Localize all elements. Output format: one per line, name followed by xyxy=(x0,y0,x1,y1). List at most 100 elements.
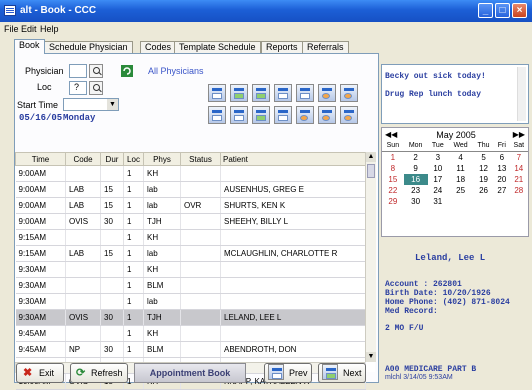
group-icon[interactable] xyxy=(340,84,358,102)
tab-codes[interactable]: Codes xyxy=(140,41,177,53)
menu-edit[interactable]: Edit xyxy=(21,24,37,34)
search-appointment-icon[interactable] xyxy=(274,84,292,102)
calendar-day[interactable]: 13 xyxy=(494,163,510,174)
tab-template-schedule[interactable]: Template Schedule xyxy=(174,41,261,53)
calendar-day[interactable]: 22 xyxy=(382,185,404,196)
table-row[interactable]: 9:15AM 1 KH xyxy=(15,229,366,246)
table-cell: lab xyxy=(143,197,181,214)
week-view-icon[interactable] xyxy=(230,84,248,102)
calendar-day[interactable]: 8 xyxy=(382,163,404,174)
table-row[interactable]: 9:00AM 1 KH xyxy=(15,165,366,182)
calendar-day[interactable]: 1 xyxy=(382,152,404,164)
calendar-day[interactable]: 29 xyxy=(382,196,404,207)
refresh-button[interactable]: ⟳ Refresh xyxy=(70,363,128,383)
table-cell: lab xyxy=(143,245,181,262)
calendar-day[interactable]: 10 xyxy=(428,163,449,174)
patient-info-icon[interactable] xyxy=(340,106,358,124)
scroll-up-icon[interactable]: ▲ xyxy=(366,152,376,162)
column-header[interactable]: Dur xyxy=(100,152,124,166)
calendar-day[interactable]: 9 xyxy=(404,163,428,174)
column-header[interactable]: Status xyxy=(180,152,221,166)
check-in-icon[interactable] xyxy=(296,106,314,124)
copy-icon[interactable] xyxy=(230,106,248,124)
calendar-day[interactable]: 17 xyxy=(428,174,449,185)
month-view-icon[interactable] xyxy=(252,84,270,102)
table-cell: LELAND, LEE L xyxy=(220,309,366,326)
calendar-day[interactable]: 19 xyxy=(473,174,494,185)
loc-input[interactable]: ? xyxy=(69,81,87,95)
minimize-button[interactable]: _ xyxy=(478,3,493,18)
physician-refresh-icon[interactable] xyxy=(121,65,133,77)
physician-input[interactable] xyxy=(69,64,87,78)
next-month-icon[interactable]: ▶▶ xyxy=(513,130,525,139)
all-physicians-link[interactable]: All Physicians xyxy=(148,66,204,76)
notes-scrollbar[interactable] xyxy=(517,67,526,121)
column-header[interactable]: Loc xyxy=(123,152,144,166)
vertical-scrollbar[interactable]: ▲ ▼ xyxy=(365,152,376,362)
table-row[interactable]: 9:30AM 1 BLM xyxy=(15,277,366,294)
calendar-day[interactable]: 26 xyxy=(473,185,494,196)
column-header[interactable]: Patient xyxy=(220,152,366,166)
calendar-day[interactable]: 20 xyxy=(494,174,510,185)
physician-search-icon[interactable] xyxy=(89,64,103,78)
start-time-select[interactable]: ▼ xyxy=(63,98,119,111)
next-button[interactable]: Next xyxy=(318,363,366,383)
calendar-day[interactable]: 3 xyxy=(428,152,449,164)
tab-book[interactable]: Book xyxy=(14,39,45,54)
calendar-day[interactable]: 5 xyxy=(473,152,494,164)
calendar-day[interactable]: 11 xyxy=(448,163,473,174)
calendar-day[interactable]: 25 xyxy=(448,185,473,196)
tab-schedule-physician[interactable]: Schedule Physician xyxy=(44,41,133,53)
maximize-button[interactable]: □ xyxy=(495,3,510,18)
calendar-day[interactable]: 12 xyxy=(473,163,494,174)
table-row[interactable]: 9:30AM 1 lab xyxy=(15,293,366,310)
table-row[interactable]: 9:30AM 1 KH xyxy=(15,261,366,278)
calendar-day[interactable]: 23 xyxy=(404,185,428,196)
calendar-day[interactable]: 27 xyxy=(494,185,510,196)
chevron-down-icon[interactable]: ▼ xyxy=(107,99,118,110)
day-view-icon[interactable] xyxy=(208,84,226,102)
column-header[interactable]: Time xyxy=(15,152,66,166)
calendar-day[interactable]: 28 xyxy=(510,185,528,196)
calendar-day[interactable]: 21 xyxy=(510,174,528,185)
table-row[interactable]: 9:00AM OVIS 30 1 TJH SHEEHY, BILLY L xyxy=(15,213,366,230)
weekday-label: Thu xyxy=(473,140,495,152)
check-out-icon[interactable] xyxy=(318,106,336,124)
calendar-day[interactable]: 7 xyxy=(510,152,528,164)
exit-button[interactable]: ✖ Exit xyxy=(16,363,64,383)
column-header[interactable]: Code xyxy=(65,152,101,166)
notes-box[interactable]: Becky out sick today! Drug Rep lunch tod… xyxy=(381,64,529,124)
calendar-day[interactable]: 6 xyxy=(494,152,510,164)
close-button[interactable]: × xyxy=(512,3,527,18)
calendar-day[interactable]: 16 xyxy=(403,174,428,185)
scroll-down-icon[interactable]: ▼ xyxy=(366,352,376,362)
table-row[interactable]: 9:45AM NP 30 1 BLM ABENDROTH, DON xyxy=(15,341,366,358)
schedule-list-icon[interactable] xyxy=(296,84,314,102)
calendar-day[interactable]: 15 xyxy=(382,174,404,185)
table-row[interactable]: 9:15AM LAB 15 1 lab MCLAUGHLIN, CHARLOTTE R xyxy=(15,245,366,262)
calendar-day[interactable]: 18 xyxy=(448,174,473,185)
edit-icon[interactable] xyxy=(274,106,292,124)
calendar-day[interactable]: 4 xyxy=(448,152,473,164)
calendar-day[interactable]: 24 xyxy=(428,185,449,196)
table-row[interactable]: 9:00AM LAB 15 1 lab OVR SHURTS, KEN K xyxy=(15,197,366,214)
scroll-thumb[interactable] xyxy=(367,164,375,178)
calendar-day[interactable]: 2 xyxy=(404,152,428,164)
print-icon[interactable] xyxy=(208,106,226,124)
column-header[interactable]: Phys xyxy=(143,152,181,166)
menu-help[interactable]: Help xyxy=(40,24,59,34)
calendar-day[interactable]: 31 xyxy=(428,196,449,207)
calendar-day[interactable]: 14 xyxy=(510,163,528,174)
prev-button[interactable]: Prev xyxy=(264,363,312,383)
table-cell: LAB xyxy=(65,245,101,262)
table-row[interactable]: 9:30AM OVIS 30 1 TJH LELAND, LEE L xyxy=(15,309,366,326)
move-appointment-icon[interactable] xyxy=(252,106,270,124)
tab-reports[interactable]: Reports xyxy=(261,41,303,53)
calendar-day[interactable]: 30 xyxy=(404,196,428,207)
menu-file[interactable]: File xyxy=(4,24,19,34)
tab-referrals[interactable]: Referrals xyxy=(302,41,349,53)
patients-icon[interactable] xyxy=(318,84,336,102)
table-row[interactable]: 9:45AM 1 KH xyxy=(15,325,366,342)
loc-search-icon[interactable] xyxy=(89,81,103,95)
table-row[interactable]: 9:00AM LAB 15 1 lab AUSENHUS, GREG E xyxy=(15,181,366,198)
